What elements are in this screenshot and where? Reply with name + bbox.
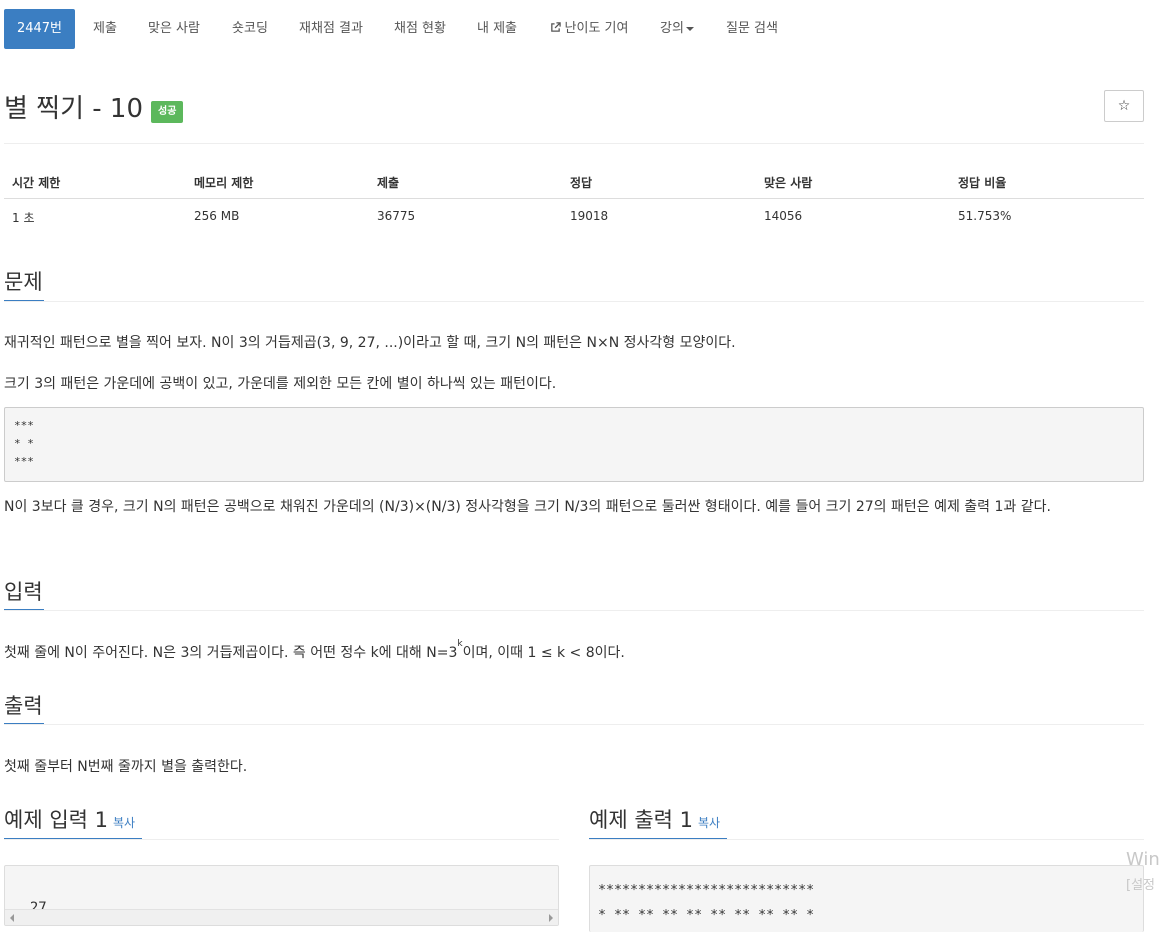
- nav-problem-number[interactable]: 2447번: [4, 9, 75, 49]
- favorite-star-button[interactable]: ☆: [1104, 90, 1144, 122]
- nav-submit[interactable]: 제출: [84, 9, 126, 49]
- example-output-box: *************************** * ** ** ** *…: [589, 865, 1144, 932]
- nav-short-coding-label: 숏코딩: [232, 21, 268, 36]
- example-input-box[interactable]: 27: [4, 865, 559, 926]
- stats-header-memory-limit: 메모리 제한: [194, 176, 254, 190]
- nav-short-coding[interactable]: 숏코딩: [222, 9, 278, 49]
- copy-output-link[interactable]: 복사: [698, 816, 720, 830]
- input-text-after: 이며, 이때 1 ≤ k < 8이다.: [462, 645, 625, 661]
- horizontal-scrollbar[interactable]: [5, 909, 558, 925]
- output-paragraph: 첫째 줄부터 N번째 줄까지 별을 출력한다.: [4, 759, 248, 775]
- section-heading-input: 입력: [4, 580, 43, 604]
- example-output-heading-label: 예제 출력 1: [589, 808, 693, 832]
- nav-problem-number-label: 2447번: [16, 21, 63, 36]
- section-heading-output: 출력: [4, 694, 43, 718]
- section-divider: [4, 610, 1144, 611]
- page-title: 별 찍기 - 10: [4, 94, 144, 124]
- star-icon: ☆: [1117, 98, 1131, 114]
- watermark-text: Win: [1126, 849, 1160, 870]
- nav-solvers[interactable]: 맞은 사람: [140, 9, 208, 49]
- copy-input-link[interactable]: 복사: [113, 816, 135, 830]
- nav-my-submissions-label: 내 제출: [476, 21, 517, 36]
- scroll-left-icon[interactable]: [10, 914, 14, 922]
- nav-status-label: 채점 현황: [394, 21, 446, 36]
- nav-lectures-dropdown[interactable]: 강의: [652, 9, 702, 49]
- stats-header-solvers: 맞은 사람: [764, 176, 813, 190]
- example-output-heading: 예제 출력 1 복사: [589, 804, 720, 834]
- nav-rejudge-results[interactable]: 재채점 결과: [290, 9, 372, 49]
- problem-paragraph-1: 재귀적인 패턴으로 별을 찍어 보자. N이 3의 거듭제곱(3, 9, 27,…: [4, 335, 736, 351]
- stats-divider: [4, 198, 1144, 199]
- input-paragraph: 첫째 줄에 N이 주어진다. N은 3의 거듭제곱이다. 즉 어떤 정수 k에 …: [4, 639, 625, 662]
- stats-memory-limit: 256 MB: [194, 209, 240, 223]
- section-divider: [4, 724, 1144, 725]
- nav-difficulty-contribution-label: 난이도 기여: [564, 21, 629, 36]
- stats-accepted: 19018: [570, 209, 609, 223]
- top-nav: 2447번 제출 맞은 사람 숏코딩 재채점 결과 채점 현황 내 제출 난이도…: [0, 0, 1160, 54]
- status-badge: 성공: [151, 101, 184, 123]
- section-divider: [4, 839, 559, 840]
- nav-difficulty-contribution[interactable]: 난이도 기여: [540, 9, 638, 49]
- stats-time-limit: 1 초: [12, 211, 35, 225]
- section-heading-problem: 문제: [4, 270, 43, 294]
- input-text-before: 첫째 줄에 N이 주어진다. N은 3의 거듭제곱이다. 즉 어떤 정수 k에 …: [4, 645, 458, 661]
- problem-paragraph-2: 크기 3의 패턴은 가운데에 공백이 있고, 가운데를 제외한 모든 칸에 별이…: [4, 376, 557, 392]
- example-input-heading-label: 예제 입력 1: [4, 808, 108, 832]
- nav-my-submissions[interactable]: 내 제출: [468, 9, 526, 49]
- nav-question-search[interactable]: 질문 검색: [716, 9, 788, 49]
- stats-submissions: 36775: [377, 209, 416, 223]
- scroll-right-icon[interactable]: [549, 914, 553, 922]
- input-exponent: k: [457, 639, 463, 649]
- watermark-subtext: [설정: [1126, 878, 1155, 893]
- stats-header-accepted: 정답: [570, 176, 593, 190]
- problem-paragraph-3: N이 3보다 클 경우, 크기 N의 패턴은 공백으로 채워진 가운데의 (N/…: [4, 499, 1051, 515]
- example-input-heading: 예제 입력 1 복사: [4, 804, 135, 834]
- nav-rejudge-results-label: 재채점 결과: [299, 21, 363, 36]
- nav-lectures-label: 강의: [660, 21, 684, 36]
- section-divider: [589, 839, 1144, 840]
- pattern-example-box: *** * * ***: [4, 407, 1144, 482]
- stats-header-ratio: 정답 비율: [958, 176, 1007, 190]
- stats-header-time-limit: 시간 제한: [12, 176, 61, 190]
- nav-submit-label: 제출: [93, 21, 117, 36]
- section-divider: [4, 301, 1144, 302]
- nav-question-search-label: 질문 검색: [726, 21, 778, 36]
- stats-header-submissions: 제출: [377, 176, 400, 190]
- title-divider: [4, 143, 1144, 144]
- stats-solvers: 14056: [764, 209, 803, 223]
- nav-solvers-label: 맞은 사람: [148, 21, 200, 36]
- chevron-down-icon: [685, 26, 694, 31]
- stats-ratio: 51.753%: [958, 209, 1012, 223]
- nav-status[interactable]: 채점 현황: [386, 9, 454, 49]
- external-link-icon: [550, 22, 561, 32]
